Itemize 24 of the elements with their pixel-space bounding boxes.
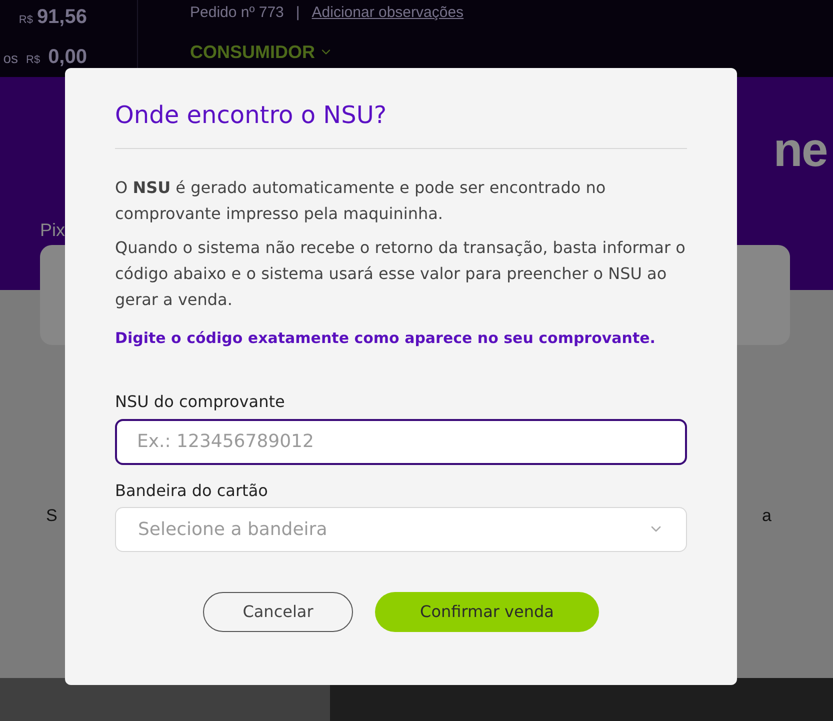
separator: |: [296, 3, 300, 23]
customer-selector[interactable]: CONSUMIDOR: [190, 38, 464, 66]
discount-amount: 0,00: [48, 45, 87, 70]
dialog-title: Onde encontro o NSU?: [115, 100, 687, 149]
option-label: a: [762, 505, 772, 527]
option-label: S: [46, 505, 58, 527]
order-number: Pedido nº 773: [190, 3, 284, 23]
paragraph: O NSU é gerado automaticamente e pode ser encontrado no comprovante impresso pela maquininha.: [115, 177, 607, 225]
paragraph: Quando o sistema não recebe o retorno da transação, basta informar o código abaixo e o sistema usará esse valor para preencher o NSU ao gerar a venda.: [115, 237, 686, 311]
instruction-text: Digite o código exatamente como aparece no seu comprovante.: [115, 328, 657, 349]
brand-select[interactable]: Selecione a bandeira: [115, 506, 687, 552]
field-label: NSU do comprovante: [115, 390, 286, 412]
nsu-input[interactable]: Ex.: 123456789012: [115, 418, 687, 464]
select-placeholder: Selecione a bandeira: [138, 518, 328, 542]
discount-label: os: [3, 49, 18, 68]
subtotal-amount: 91,56: [36, 5, 87, 30]
brand-fragment: ne: [773, 123, 827, 179]
pix-label: Pix: [40, 219, 66, 242]
currency-label: R$: [18, 13, 33, 28]
notes-link[interactable]: Adicionar observações: [312, 2, 464, 24]
field-label: Bandeira do cartão: [115, 480, 269, 502]
currency-label: R$: [26, 53, 40, 68]
confirm-button[interactable]: Confirmar venda: [375, 592, 599, 632]
cancel-button[interactable]: Cancelar: [203, 592, 353, 632]
